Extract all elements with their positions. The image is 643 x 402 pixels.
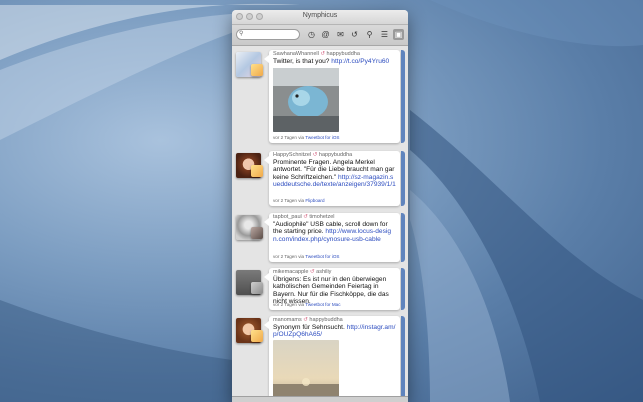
- retweeter-avatar[interactable]: [251, 282, 263, 294]
- tweet-username[interactable]: tapbot_paul: [273, 214, 302, 220]
- retweet-icon: ↺: [303, 317, 308, 323]
- tweet-accent-bar: [401, 213, 405, 262]
- tweet-item[interactable]: HappySchnitzel ↺ happybuddha Prominente …: [232, 147, 408, 207]
- tweet-item[interactable]: mikemacapple ↺ ashiliy Übrigens: Es ist …: [232, 264, 408, 311]
- retweet-icon: ↺: [303, 214, 308, 220]
- tweet-footer: vor 2 Tagen via Tweetbot for iOS: [273, 135, 339, 140]
- tweet-bubble[interactable]: mikemacapple ↺ ashiliy Übrigens: Es ist …: [264, 268, 405, 310]
- retweet-icon: ↺: [312, 152, 318, 158]
- retweeter-avatar[interactable]: [251, 227, 263, 239]
- tweet-header: HappySchnitzel ↺ happybuddha: [273, 152, 352, 158]
- retweeter-avatar[interactable]: [251, 330, 263, 342]
- tweet-header: manomams ↺ happybuddha: [273, 317, 343, 323]
- retweeter-name[interactable]: timohetzel: [309, 214, 334, 220]
- tweet-text: Prominente Fragen. Angela Merkel antwort…: [273, 159, 396, 188]
- tweet-text: Synonym für Sehnsucht. http://instagr.am…: [273, 324, 396, 339]
- window-title: Nymphicus: [302, 12, 338, 19]
- tweet-footer: vor 2 Tagen via Tweetbot for Mac: [273, 302, 341, 307]
- tweet-timestamp: vor 2 Tagen via: [273, 135, 306, 140]
- status-bar: [232, 396, 408, 402]
- retweeter-avatar[interactable]: [251, 64, 263, 76]
- tweet-bubble[interactable]: tapbot_paul ↺ timohetzel "Audiophile" US…: [264, 213, 405, 262]
- toolbar: ⚲ ◷ @ ✉ ↺ ⚲ ☰ ▣: [232, 25, 408, 46]
- search-input[interactable]: [236, 29, 300, 40]
- search-icon[interactable]: ⚲: [364, 29, 375, 40]
- tweet-username[interactable]: HappySchnitzel: [273, 152, 311, 158]
- tweet-username[interactable]: manomams: [273, 317, 302, 323]
- tweet-footer: vor 2 Tagen via Tweetbot for iOS: [273, 254, 339, 259]
- tweet-text-content: Synonym für Sehnsucht.: [273, 324, 347, 331]
- tweet-bubble[interactable]: HappySchnitzel ↺ happybuddha Prominente …: [264, 151, 405, 206]
- mail-icon[interactable]: ✉: [335, 29, 346, 40]
- retweeter-name[interactable]: happybuddha: [327, 51, 360, 57]
- retweeter-name[interactable]: ashiliy: [316, 269, 331, 275]
- tweet-text: "Audiophile" USB cable, scroll down for …: [273, 221, 396, 243]
- tweet-username[interactable]: SawhanaWhannell: [273, 51, 319, 57]
- clock-icon[interactable]: ◷: [306, 29, 317, 40]
- tweet-item[interactable]: tapbot_paul ↺ timohetzel "Audiophile" US…: [232, 209, 408, 263]
- app-window: Nymphicus ⚲ ◷ @ ✉ ↺ ⚲ ☰ ▣ SawhanaWhannel…: [232, 10, 408, 402]
- tweet-footer: vor 2 Tagen via Flipboard: [273, 198, 325, 203]
- tweet-item[interactable]: manomams ↺ happybuddha Synonym für Sehns…: [232, 312, 408, 402]
- tweet-text: Twitter, is that you? http://t.co/Py4Yru…: [273, 58, 396, 65]
- tweet-timestamp: vor 2 Tagen via: [273, 254, 306, 259]
- tweet-bubble[interactable]: SawhanaWhannell ↺ happybuddha Twitter, i…: [264, 50, 405, 143]
- retweet-icon[interactable]: ↺: [349, 29, 360, 40]
- tweet-timestamp: vor 2 Tagen via: [273, 302, 306, 307]
- tweet-accent-bar: [401, 316, 405, 402]
- tweet-client[interactable]: Tweetbot for Mac: [305, 302, 340, 307]
- retweeter-avatar[interactable]: [251, 165, 263, 177]
- search-field-icon: ⚲: [239, 31, 244, 37]
- tweet-header: SawhanaWhannell ↺ happybuddha: [273, 51, 360, 57]
- tweet-username[interactable]: mikemacapple: [273, 269, 308, 275]
- trash-icon[interactable]: ▣: [393, 29, 404, 40]
- tweet-text: Übrigens: Es ist nur in den überwiegen k…: [273, 276, 389, 305]
- tweet-timestamp: vor 2 Tagen via: [273, 198, 306, 203]
- retweet-icon: ↺: [320, 51, 326, 57]
- tweet-header: tapbot_paul ↺ timohetzel: [273, 214, 335, 220]
- tweet-accent-bar: [401, 50, 405, 143]
- tweet-bubble[interactable]: manomams ↺ happybuddha Synonym für Sehns…: [264, 316, 405, 402]
- tweet-accent-bar: [401, 268, 405, 310]
- tweet-client[interactable]: Tweetbot for iOS: [305, 135, 339, 140]
- at-icon[interactable]: @: [320, 29, 331, 40]
- retweeter-name[interactable]: happybuddha: [309, 317, 342, 323]
- tweet-photo[interactable]: [273, 340, 339, 402]
- tweet-client[interactable]: Tweetbot for iOS: [305, 254, 339, 259]
- tweet-text-content: Twitter, is that you?: [273, 58, 332, 65]
- tweet-item[interactable]: SawhanaWhannell ↺ happybuddha Twitter, i…: [232, 46, 408, 146]
- title-bar: Nymphicus: [232, 10, 408, 25]
- tweet-timeline[interactable]: SawhanaWhannell ↺ happybuddha Twitter, i…: [232, 46, 408, 402]
- tweet-link[interactable]: http://t.co/Py4Yru60: [331, 58, 389, 65]
- tweet-photo[interactable]: [273, 68, 339, 132]
- tweet-accent-bar: [401, 151, 405, 206]
- retweet-icon: ↺: [310, 269, 315, 275]
- lists-icon[interactable]: ☰: [379, 29, 390, 40]
- tweet-client[interactable]: Flipboard: [305, 198, 324, 203]
- retweeter-name[interactable]: happybuddha: [319, 152, 352, 158]
- tweet-header: mikemacapple ↺ ashiliy: [273, 269, 331, 275]
